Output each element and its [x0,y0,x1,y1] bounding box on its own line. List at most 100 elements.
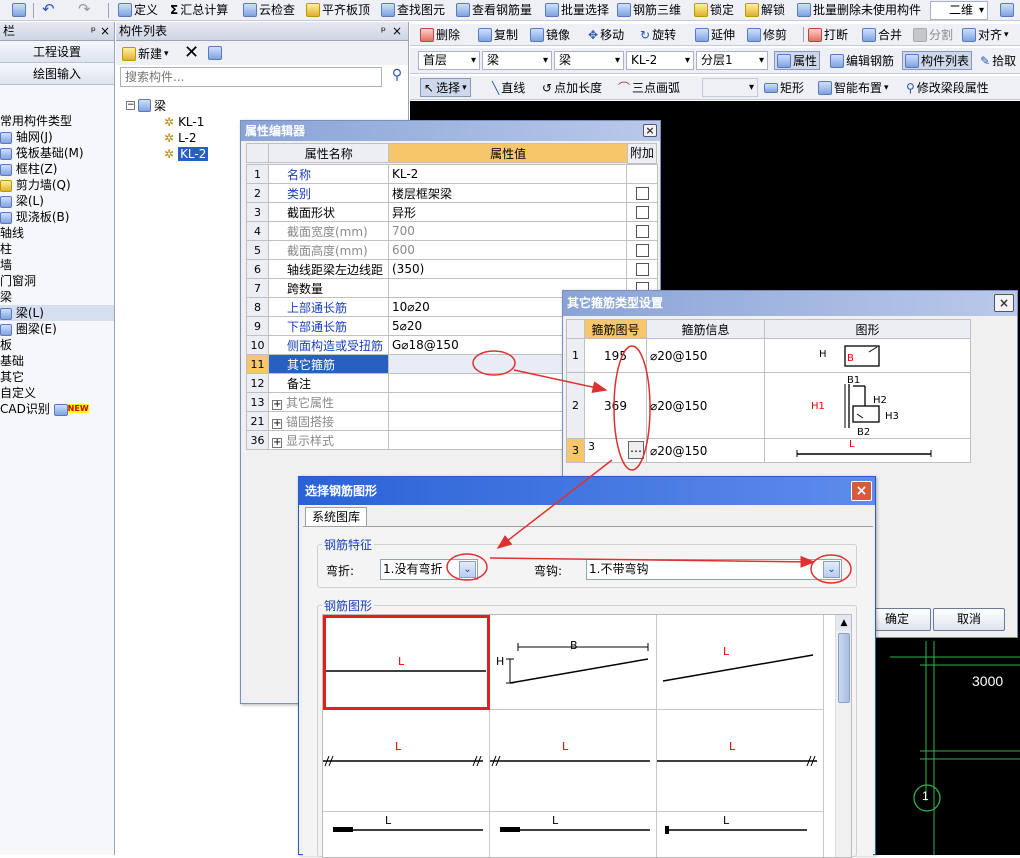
hook-select[interactable]: 1.不带弯钩 ⌄ [586,559,842,580]
engineering-settings-button[interactable]: 工程设置 [0,41,114,63]
undo-icon[interactable]: ↶ [42,0,55,18]
3d-view-icon[interactable] [1000,3,1014,17]
extend-button[interactable]: 延伸 [695,25,735,44]
tree-item[interactable]: 圈梁(E) [0,321,114,337]
table-row-selected[interactable]: 3 3… ⌀20@150 L [566,438,971,463]
close-icon[interactable]: × [100,22,110,41]
delete-button[interactable]: 删除 [420,25,460,44]
arc-mode-select[interactable] [702,78,758,97]
tree-item[interactable]: 柱 [0,241,114,257]
tree-item[interactable]: 板 [0,337,114,353]
merge-button[interactable]: 合并 [862,25,902,44]
shape-cell[interactable]: L [657,710,824,812]
find-element-button[interactable]: 查找图元 [381,0,445,19]
mirror-button[interactable]: 镜像 [530,25,570,44]
vertical-scrollbar[interactable]: ▲ [835,615,851,857]
tree-item[interactable]: 其它 [0,369,114,385]
shape-cell[interactable]: L [490,710,657,812]
shape-cell[interactable]: L [657,615,824,710]
expand-icon[interactable]: + [272,399,282,410]
tree-item-selected[interactable]: 梁(L) [0,305,114,321]
checkbox[interactable] [635,225,649,238]
view-mode-select[interactable]: 二维 [930,1,988,20]
tree-root[interactable]: − 梁 [126,97,166,113]
line-button[interactable]: ╲ 直线 [492,78,525,97]
checkbox[interactable] [635,263,649,276]
tree-item[interactable]: 梁 [0,289,114,305]
collapse-icon[interactable]: − [126,100,135,110]
floor-select[interactable]: 首层 [418,51,480,70]
close-icon[interactable]: × [392,22,402,41]
shape-cell[interactable]: L [490,812,657,857]
define-button[interactable]: 定义 [118,0,158,19]
pin-icon[interactable]: ᵖ [381,22,386,41]
tree-item[interactable]: 轴网(J) [0,129,114,145]
tree-item[interactable]: 基础 [0,353,114,369]
table-row[interactable]: 4 截面宽度(mm) 700 [246,221,658,241]
table-row[interactable]: 1 名称 KL-2 [246,164,658,184]
sublayer-select[interactable]: 分层1 [696,51,768,70]
bend-select[interactable]: 1.没有弯折 ⌄ [380,559,478,580]
move-button[interactable]: ✥ 移动 [588,25,624,44]
new-component-button[interactable]: 新建 ▾ [122,44,169,63]
drawing-input-button[interactable]: 绘图输入 [0,63,114,85]
table-row[interactable]: 1 195 ⌀20@150 H B [566,338,971,373]
break-button[interactable]: 打断 [808,25,848,44]
table-row[interactable]: 2 369 ⌀20@150 B1 H1 H2 H3 B2 [566,372,971,439]
properties-button[interactable]: 属性 [774,51,821,70]
summary-calc-button[interactable]: Σ 汇总计算 [170,0,228,19]
expand-icon[interactable]: + [272,437,282,448]
component-select[interactable]: KL-2 [626,51,694,70]
select-button[interactable]: ↖ 选择 ▾ [420,78,471,97]
checkbox[interactable] [635,206,649,219]
tree-item[interactable]: ✲ KL-1 [164,114,204,130]
shape-cell[interactable]: L [323,812,490,857]
table-row[interactable]: 2 类别 楼层框架梁 [246,183,658,203]
close-button[interactable]: × [643,124,657,137]
shape-cell[interactable]: L [323,710,490,812]
tab-system-library[interactable]: 系统图库 [305,507,368,526]
rotate-button[interactable]: ↻ 旋转 [640,25,676,44]
tree-item[interactable]: 梁(L) [0,193,114,209]
category-select[interactable]: 梁 [482,51,552,70]
tree-item[interactable]: 自定义 [0,385,114,401]
tree-item[interactable]: ✲ L-2 [164,130,197,146]
shape-cell[interactable]: B H [490,615,657,710]
scroll-up-arrow[interactable]: ▲ [836,615,851,631]
checkbox[interactable] [635,187,649,200]
shape-cell-selected[interactable]: L [323,615,490,710]
close-button[interactable]: × [851,481,872,501]
save-icon[interactable] [12,3,26,17]
trim-button[interactable]: 修剪 [747,25,787,44]
align-button[interactable]: 对齐 ▾ [962,25,1009,44]
tree-item[interactable]: 门窗洞 [0,273,114,289]
tree-item[interactable]: 剪力墙(Q) [0,177,114,193]
component-list-button[interactable]: 构件列表 [902,51,973,70]
tree-item[interactable]: 轴线 [0,225,114,241]
edit-rebar-button[interactable]: 编辑钢筋 [830,51,894,70]
component-search-input[interactable] [120,67,382,87]
rebar-3d-button[interactable]: 钢筋三维 [617,0,681,19]
expand-icon[interactable]: + [272,418,282,429]
tree-item[interactable]: 墙 [0,257,114,273]
smart-layout-button[interactable]: 智能布置 ▾ [818,78,889,97]
delete-icon[interactable]: ✕ [184,42,199,63]
cloud-check-button[interactable]: 云检查 [243,0,295,19]
tree-item[interactable]: 常用构件类型 [0,113,114,129]
cancel-button[interactable]: 取消 [933,608,1005,631]
tree-item[interactable]: 框柱(Z) [0,161,114,177]
tree-item-selected[interactable]: ✲ KL-2 [164,146,209,162]
table-row[interactable]: 3 截面形状 异形 [246,202,658,222]
type-select[interactable]: 梁 [554,51,624,70]
search-icon[interactable]: ⚲ [388,67,406,87]
rectangle-button[interactable]: 矩形 [764,78,804,97]
scroll-thumb[interactable] [838,633,850,703]
three-point-arc-button[interactable]: ⌒ 三点画弧 [618,78,680,97]
point-length-button[interactable]: ↺ 点加长度 [542,78,602,97]
tree-item[interactable]: 筏板基础(M) [0,145,114,161]
batch-select-button[interactable]: 批量选择 [545,0,609,19]
split-button[interactable]: 分割 [913,25,953,44]
align-slab-top-button[interactable]: 平齐板顶 [306,0,370,19]
modify-beam-button[interactable]: ⚲ 修改梁段属性 [906,78,989,97]
tree-item[interactable]: 现浇板(B) [0,209,114,225]
